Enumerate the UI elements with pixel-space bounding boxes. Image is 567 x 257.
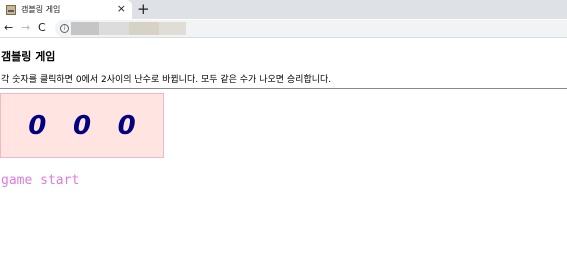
address-bar[interactable]: i [55,20,567,37]
close-tab-icon[interactable]: × [117,3,126,15]
browser-toolbar: ← → C i [0,19,567,38]
tab-title: 갬블링 게임 [21,5,61,14]
forward-arrow-icon[interactable]: → [21,21,30,35]
game-start-button[interactable]: game start [1,173,79,188]
digit-2[interactable]: 0 [73,111,91,141]
back-arrow-icon[interactable]: ← [4,21,13,35]
number-board: 0 0 0 [0,93,164,158]
tab-gambling-game[interactable]: 갬블링 게임 × [0,0,132,19]
favicon-icon [6,4,16,15]
digit-1[interactable]: 0 [28,111,46,141]
divider [0,88,567,89]
new-tab-button[interactable]: + [137,1,150,17]
page-title: 갬블링 게임 [1,50,56,63]
game-description: 각 숫자를 클릭하면 0에서 2사이의 난수로 바뀝니다. 모두 같은 수가 나… [1,75,332,85]
info-icon[interactable]: i [60,24,69,33]
digit-3[interactable]: 0 [118,111,136,141]
blurred-url [71,22,186,35]
reload-icon[interactable]: C [38,21,46,35]
tab-strip: 갬블링 게임 × + [0,0,567,19]
